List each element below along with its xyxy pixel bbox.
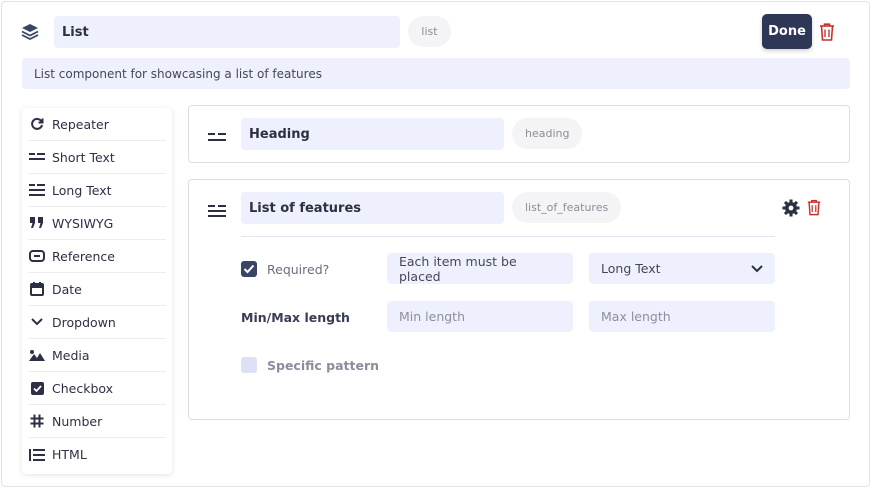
chevron-down-icon	[751, 261, 763, 276]
palette-item-label: Short Text	[52, 149, 115, 165]
image-icon	[28, 348, 46, 362]
drag-handle-icon[interactable]	[208, 128, 226, 141]
field-type-select[interactable]: Long Text	[589, 253, 775, 284]
palette-item-dropdown[interactable]: Dropdown	[28, 306, 166, 339]
palette-item-reference[interactable]: Reference	[28, 240, 166, 273]
trash-icon[interactable]	[806, 198, 822, 217]
palette-item-label: Dropdown	[52, 314, 116, 330]
palette-item-date[interactable]: Date	[28, 273, 166, 306]
field-key-badge: list_of_features	[512, 192, 622, 223]
trash-icon[interactable]	[818, 22, 836, 42]
palette-item-html[interactable]: HTML	[28, 438, 166, 471]
layers-icon	[20, 22, 40, 42]
component-slug-badge: list	[408, 16, 451, 47]
minmax-label: Min/Max length	[241, 309, 350, 325]
component-description-input[interactable]: List component for showcasing a list of …	[22, 58, 850, 89]
field-name-input[interactable]: List of features	[241, 192, 504, 224]
hash-icon	[28, 414, 46, 428]
checkbox-icon	[28, 381, 46, 395]
palette-item-label: HTML	[52, 447, 87, 462]
palette-item-media[interactable]: Media	[28, 339, 166, 372]
specific-pattern-checkbox[interactable]	[241, 357, 257, 373]
palette-item-checkbox[interactable]: Checkbox	[28, 372, 166, 405]
field-key-badge: heading	[512, 118, 583, 149]
palette-item-repeater[interactable]: Repeater	[28, 108, 166, 141]
done-button[interactable]: Done	[762, 14, 812, 49]
palette-item-long-text[interactable]: Long Text	[28, 174, 166, 207]
palette-item-label: Date	[52, 281, 82, 297]
list-icon	[28, 448, 46, 462]
required-label: Required?	[267, 261, 330, 277]
drag-handle-icon[interactable]	[208, 202, 226, 217]
palette-item-label: Long Text	[52, 182, 112, 198]
palette-item-label: Reference	[52, 248, 115, 264]
required-message-input[interactable]: Each item must be placed	[387, 253, 573, 284]
palette-item-label: Number	[52, 413, 103, 429]
calendar-icon	[28, 282, 46, 296]
long-text-icon	[28, 183, 46, 197]
gear-icon[interactable]	[782, 199, 800, 217]
palette-item-label: Checkbox	[52, 380, 114, 396]
palette-item-label: WYSIWYG	[52, 215, 114, 231]
palette-item-wysiwyg[interactable]: WYSIWYG	[28, 207, 166, 240]
link-icon	[28, 249, 46, 263]
required-checkbox[interactable]	[241, 261, 257, 277]
field-type-palette: Repeater Short Text Long Text WYSIWYG Re…	[22, 108, 172, 474]
max-length-input[interactable]: Max length	[589, 301, 775, 332]
palette-item-number[interactable]: Number	[28, 405, 166, 438]
divider	[241, 236, 775, 237]
quote-icon	[28, 216, 46, 230]
min-length-input[interactable]: Min length	[387, 301, 573, 332]
specific-pattern-label: Specific pattern	[267, 357, 380, 373]
component-name-input[interactable]: List	[54, 16, 400, 48]
palette-item-short-text[interactable]: Short Text	[28, 141, 166, 174]
palette-item-label: Media	[52, 347, 90, 363]
repeat-icon	[28, 117, 46, 131]
palette-item-label: Repeater	[52, 116, 109, 132]
short-text-icon	[28, 150, 46, 164]
field-name-input[interactable]: Heading	[241, 118, 504, 150]
chevron-down-icon	[28, 315, 46, 329]
field-type-select-value: Long Text	[601, 261, 661, 276]
